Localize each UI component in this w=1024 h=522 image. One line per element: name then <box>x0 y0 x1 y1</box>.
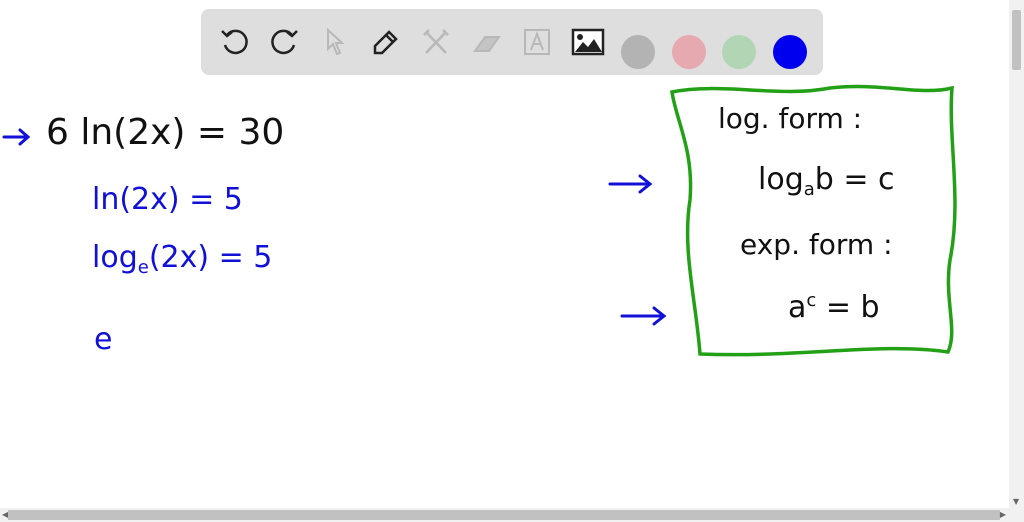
scroll-right-icon[interactable]: ▶ <box>1000 510 1006 519</box>
log-base: a <box>803 179 815 201</box>
exp-base: a <box>788 290 807 325</box>
exp-form-label: exp. form : <box>740 228 893 261</box>
vertical-scrollbar[interactable]: ▼ <box>1009 0 1024 508</box>
equation-line-3: loge(2x) = 5 <box>92 240 273 279</box>
horizontal-scroll-thumb[interactable] <box>8 510 1000 520</box>
horizontal-scrollbar[interactable]: ◀ ▶ <box>0 508 1024 522</box>
arrow-icon <box>608 174 653 194</box>
vertical-scroll-thumb[interactable] <box>1012 10 1021 70</box>
log-text: log <box>92 240 138 275</box>
exp-form-equation: ac = b <box>788 290 880 325</box>
log-base: e <box>137 257 149 279</box>
log-rest: b = c <box>814 162 895 197</box>
log-form-label: log. form : <box>718 102 863 135</box>
log-form-equation: logab = c <box>758 162 895 201</box>
exp-rest: = b <box>816 290 880 325</box>
equation-line-4: e <box>94 322 113 357</box>
scroll-down-icon[interactable]: ▼ <box>1013 497 1019 506</box>
equation-line-1: 6 ln(2x) = 30 <box>46 112 285 153</box>
exp-exponent: c <box>806 290 817 312</box>
arrow-icon <box>620 306 667 326</box>
log-text: log <box>758 162 804 197</box>
log-argument: (2x) = 5 <box>148 240 273 275</box>
equation-line-2: ln(2x) = 5 <box>92 182 243 217</box>
arrow-icon <box>2 128 31 146</box>
